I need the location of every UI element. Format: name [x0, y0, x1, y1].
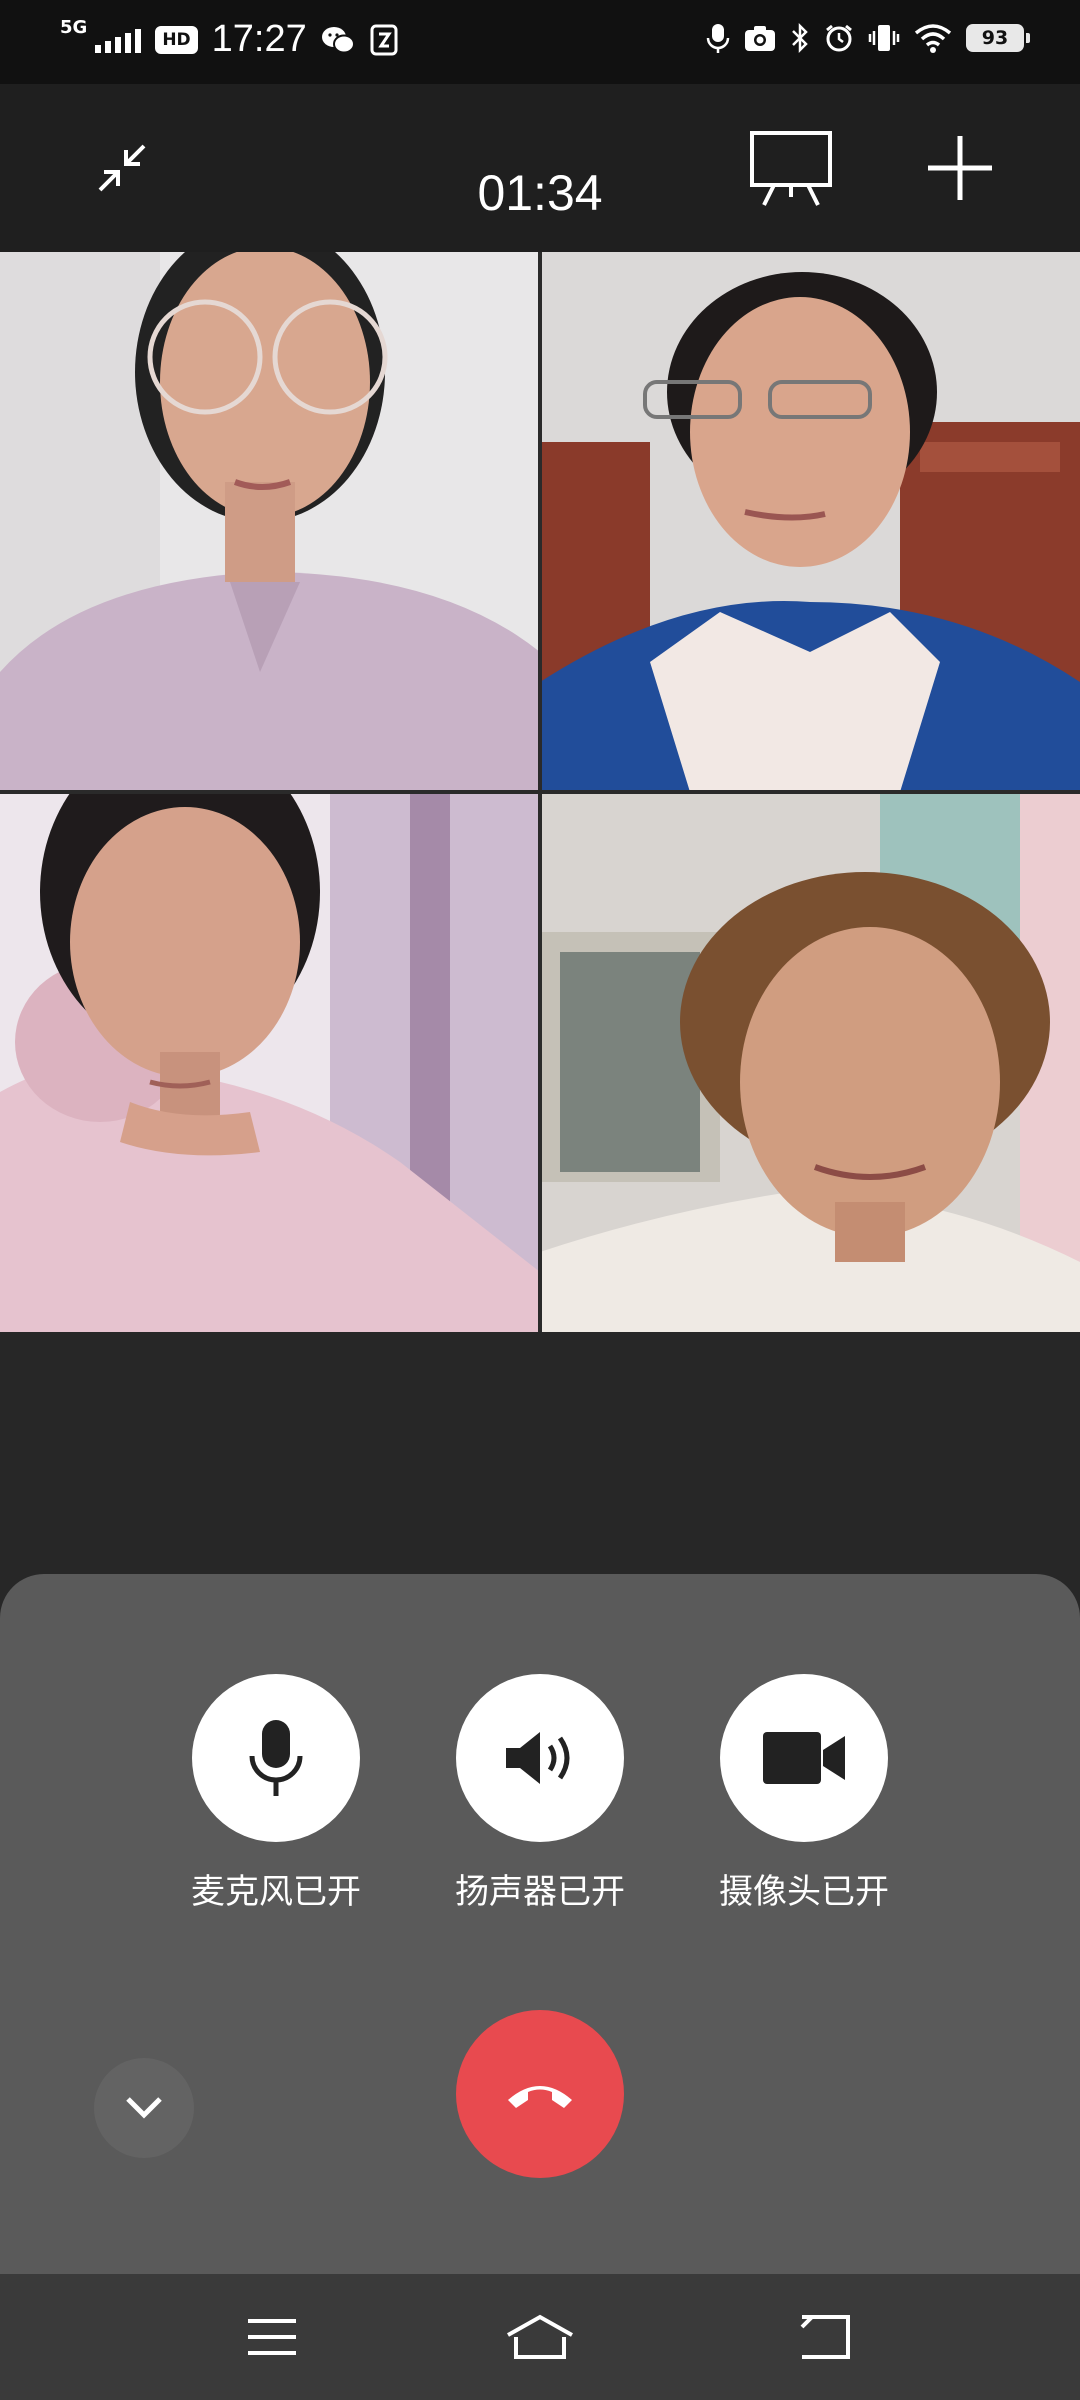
- plus-icon: [928, 136, 992, 200]
- call-top-bar: 01:34: [0, 84, 1080, 252]
- speaker-button[interactable]: [456, 1674, 624, 1842]
- speaker-control: 扬声器已开: [440, 1674, 640, 1913]
- back-icon: [800, 2315, 850, 2359]
- signal-icon: [95, 27, 142, 53]
- home-icon: [507, 2314, 573, 2359]
- participant-video-1[interactable]: [0, 252, 540, 792]
- mic-status-icon: [706, 24, 730, 53]
- camera-button[interactable]: [720, 1674, 888, 1842]
- camera-status-icon: [745, 26, 775, 51]
- bluetooth-icon: [792, 22, 808, 54]
- participant-video-frame: [0, 252, 540, 792]
- wechat-icon: [321, 26, 355, 53]
- presentation-icon: [750, 131, 832, 206]
- participant-video-frame: [540, 792, 1080, 1332]
- mic-button[interactable]: [192, 1674, 360, 1842]
- participant-video-4[interactable]: [540, 792, 1080, 1332]
- grid-divider: [0, 790, 1080, 794]
- video-camera-icon: [763, 1732, 845, 1784]
- home-button[interactable]: [500, 2302, 580, 2372]
- status-bar: 5G HD 17:27 93: [0, 0, 1080, 84]
- vibrate-icon: [868, 25, 900, 51]
- participant-video-frame: [0, 792, 540, 1332]
- call-control-panel: 麦克风已开 扬声器已开 摄像头已开: [0, 1574, 1080, 2274]
- camera-control: 摄像头已开: [704, 1674, 904, 1913]
- mic-label: 麦克风已开: [191, 1872, 361, 1912]
- battery-icon: 93: [966, 24, 1030, 52]
- notification-icon: [370, 24, 398, 55]
- alarm-icon: [826, 24, 852, 52]
- hang-up-icon: [508, 2086, 572, 2108]
- speaker-icon: [506, 1732, 570, 1784]
- speaker-label: 扬声器已开: [455, 1872, 625, 1912]
- hd-badge: HD: [155, 25, 198, 54]
- hang-up-button[interactable]: [456, 2010, 624, 2178]
- menu-icon: [248, 2319, 296, 2355]
- screen-share-button[interactable]: [746, 128, 836, 208]
- recent-apps-button[interactable]: [232, 2302, 312, 2372]
- collapse-panel-button[interactable]: [94, 2058, 194, 2158]
- system-navigation-bar: [0, 2274, 1080, 2400]
- microphone-icon: [249, 1720, 303, 1796]
- wifi-icon: [914, 24, 952, 53]
- participant-video-frame: [540, 252, 1080, 792]
- add-participant-button[interactable]: [920, 128, 1000, 208]
- network-type: 5G: [60, 17, 88, 38]
- participant-video-3[interactable]: [0, 792, 540, 1332]
- call-timer: 01:34: [477, 165, 603, 221]
- camera-label: 摄像头已开: [719, 1872, 889, 1912]
- participant-video-2[interactable]: [540, 252, 1080, 792]
- back-button[interactable]: [784, 2302, 864, 2372]
- chevron-down-icon: [126, 2097, 162, 2119]
- mic-control: 麦克风已开: [176, 1674, 376, 1913]
- status-time: 17:27: [211, 18, 307, 60]
